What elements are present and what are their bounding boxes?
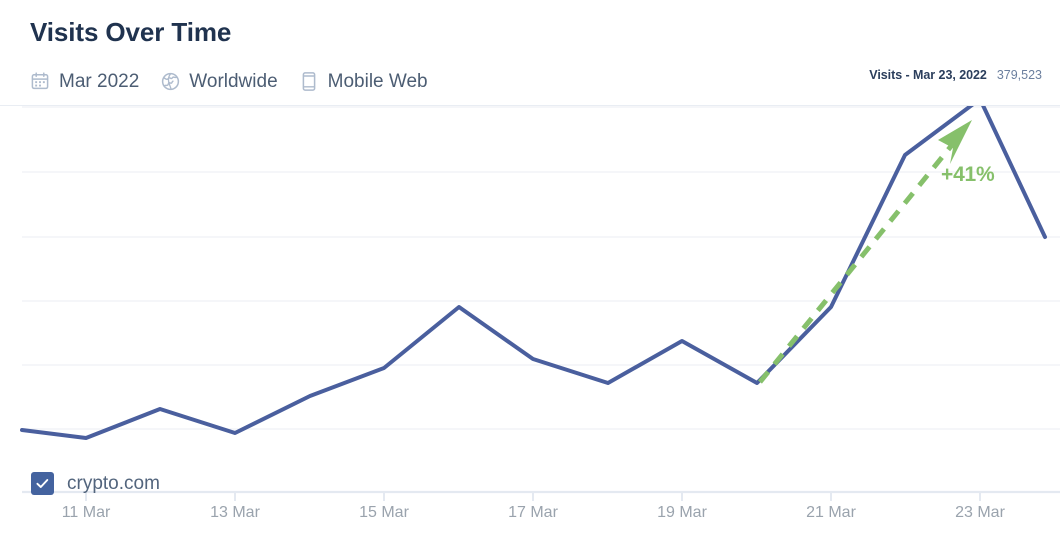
legend-checkbox-crypto-com[interactable] xyxy=(31,471,54,495)
visits-over-time-widget: Visits Over Time Mar 2022 Worldwide Mobi… xyxy=(0,0,1060,541)
series-value-readout: Visits - Mar 23, 2022 379,523 xyxy=(869,68,1042,82)
chart-legend: crypto.com xyxy=(31,470,160,496)
mobile-device-icon xyxy=(299,71,319,91)
x-axis xyxy=(22,490,1060,501)
widget-header: Visits Over Time Mar 2022 Worldwide Mobi… xyxy=(0,0,1060,106)
filter-date-range[interactable]: Mar 2022 xyxy=(30,71,139,91)
filter-device-label: Mobile Web xyxy=(327,70,428,92)
filter-device[interactable]: Mobile Web xyxy=(299,71,428,91)
page-title: Visits Over Time xyxy=(30,17,232,47)
readout-visits-value: 379,523 xyxy=(996,68,1042,82)
readout-date-label: Visits - Mar 23, 2022 xyxy=(869,68,987,82)
filter-region[interactable]: Worldwide xyxy=(160,70,278,92)
trend-annotation-label: +41% xyxy=(941,163,995,186)
filter-date-range-label: Mar 2022 xyxy=(59,70,140,92)
trend-arrow-annotation xyxy=(758,120,972,384)
series-line-crypto-com xyxy=(20,106,1047,440)
check-icon xyxy=(36,478,49,488)
filter-summary-row: Mar 2022 Worldwide Mobile Web xyxy=(30,68,428,94)
globe-icon xyxy=(160,71,180,91)
legend-label-crypto-com: crypto.com xyxy=(67,472,160,494)
filter-region-label: Worldwide xyxy=(189,70,278,92)
calendar-icon xyxy=(30,71,50,91)
chart-canvas[interactable]: +41% crypto.com 11 Mar 13 Mar 15 Mar 17 … xyxy=(0,106,1060,541)
